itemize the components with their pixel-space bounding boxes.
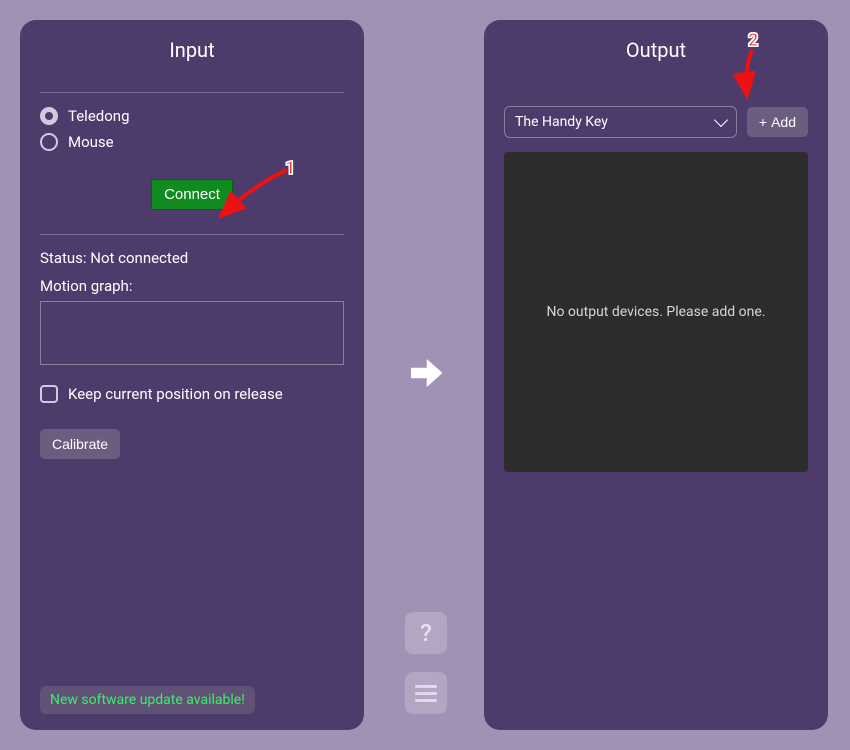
update-banner[interactable]: New software update available!: [40, 686, 255, 714]
calibrate-button[interactable]: Calibrate: [40, 429, 120, 459]
radio-icon: [40, 133, 58, 151]
flow-arrow-icon: [404, 352, 446, 394]
output-empty-message: No output devices. Please add one.: [546, 304, 765, 320]
radio-icon: [40, 107, 58, 125]
output-device-select[interactable]: The Handy Key: [504, 106, 737, 138]
plus-icon: +: [759, 114, 767, 130]
separator: [40, 92, 344, 93]
radio-label: Mouse: [68, 133, 114, 151]
checkbox-label: Keep current position on release: [68, 385, 283, 403]
input-panel: Input Teledong Mouse Connect Status: Not…: [20, 20, 364, 730]
input-panel-title: Input: [20, 20, 364, 72]
hamburger-icon: [415, 683, 437, 704]
output-devices-list: No output devices. Please add one.: [504, 152, 808, 472]
motion-graph-label: Motion graph:: [40, 277, 344, 295]
select-value: The Handy Key: [515, 114, 608, 130]
add-button-label: Add: [771, 114, 796, 130]
output-panel: Output The Handy Key +Add No output devi…: [484, 20, 828, 730]
status-text: Status: Not connected: [40, 249, 344, 267]
question-icon: ?: [420, 619, 432, 647]
checkbox-icon: [40, 385, 58, 403]
radio-option-mouse[interactable]: Mouse: [40, 133, 344, 151]
menu-button[interactable]: [405, 672, 447, 714]
output-panel-title: Output: [484, 20, 828, 72]
radio-label: Teledong: [68, 107, 130, 125]
separator: [40, 234, 344, 235]
radio-option-teledong[interactable]: Teledong: [40, 107, 344, 125]
keep-position-checkbox-row[interactable]: Keep current position on release: [40, 385, 344, 403]
chevron-down-icon: [714, 113, 728, 127]
help-button[interactable]: ?: [405, 612, 447, 654]
add-output-button[interactable]: +Add: [747, 107, 808, 137]
connect-button[interactable]: Connect: [151, 179, 233, 210]
motion-graph-canvas: [40, 301, 344, 365]
